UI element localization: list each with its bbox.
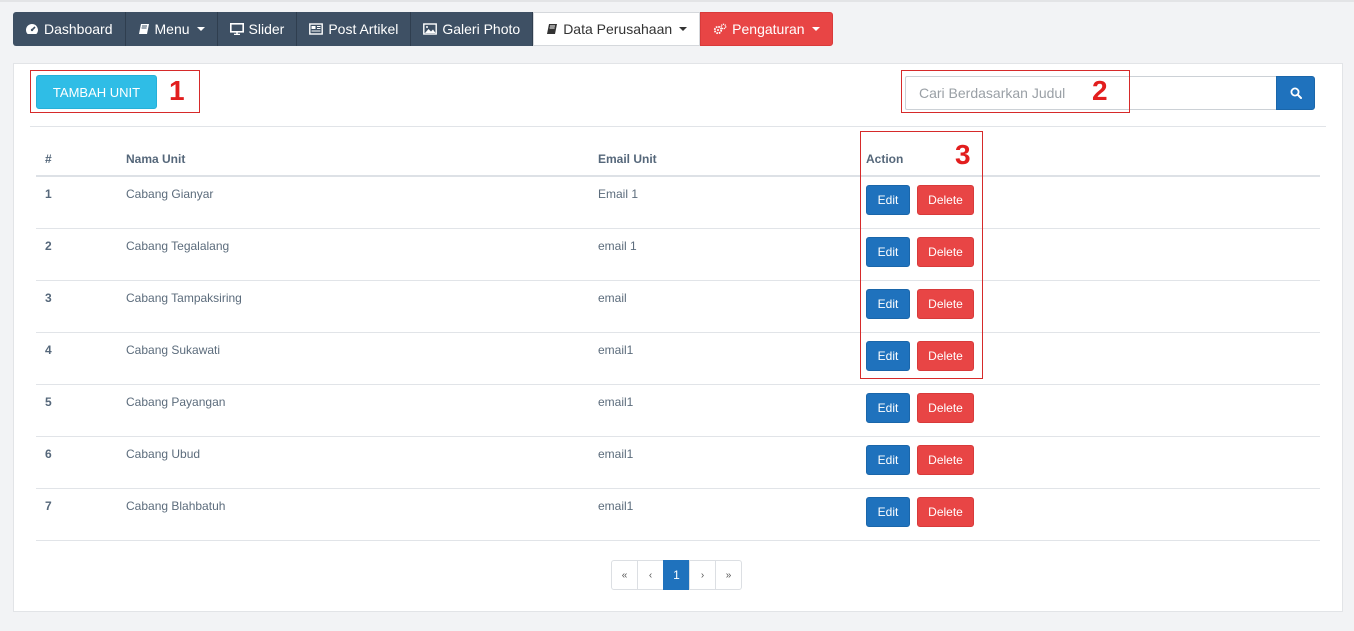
page-first-button[interactable]: « <box>611 560 638 590</box>
unit-email: email1 <box>598 343 634 357</box>
nav-pengaturan[interactable]: Pengaturan <box>700 12 833 46</box>
table-row: 5 Cabang Payangan email1 Edit Delete <box>36 385 1320 437</box>
table-row: 4 Cabang Sukawati email1 Edit Delete <box>36 333 1320 385</box>
nav-galeri-photo[interactable]: Galeri Photo <box>411 12 534 46</box>
nav-dashboard-label: Dashboard <box>44 21 113 37</box>
unit-table: # Nama Unit Email Unit Action 1 Cabang G… <box>36 142 1320 541</box>
row-number: 2 <box>45 239 52 253</box>
row-number: 4 <box>45 343 52 357</box>
delete-button[interactable]: Delete <box>917 497 974 527</box>
row-number: 6 <box>45 447 52 461</box>
row-number: 7 <box>45 499 52 513</box>
search-button[interactable] <box>1276 76 1315 110</box>
delete-button[interactable]: Delete <box>917 445 974 475</box>
chevron-down-icon <box>196 27 205 31</box>
dashboard-icon <box>26 24 38 34</box>
unit-name: Cabang Gianyar <box>126 187 214 201</box>
edit-button[interactable]: Edit <box>866 445 910 475</box>
nav-post-artikel-label: Post Artikel <box>328 21 399 37</box>
unit-name: Cabang Sukawati <box>126 343 221 357</box>
book-icon <box>138 24 149 34</box>
divider <box>30 126 1326 127</box>
image-icon <box>423 23 438 35</box>
unit-email: Email 1 <box>598 187 639 201</box>
edit-button[interactable]: Edit <box>866 497 910 527</box>
nav-menu[interactable]: Menu <box>125 12 218 46</box>
row-number: 3 <box>45 291 52 305</box>
unit-name: Cabang Ubud <box>126 447 201 461</box>
unit-name: Cabang Blahbatuh <box>126 499 226 513</box>
row-number: 5 <box>45 395 52 409</box>
unit-email: email 1 <box>598 239 637 253</box>
page-last-button[interactable]: » <box>715 560 742 590</box>
nav-post-artikel[interactable]: Post Artikel <box>297 12 412 46</box>
table-row: 1 Cabang Gianyar Email 1 Edit Delete <box>36 177 1320 229</box>
nav-data-perusahaan-label: Data Perusahaan <box>563 21 673 37</box>
page-current-button[interactable]: 1 <box>663 560 690 590</box>
top-border <box>0 0 1354 2</box>
monitor-icon <box>229 23 244 35</box>
header-email-unit: Email Unit <box>598 152 657 166</box>
delete-button[interactable]: Delete <box>917 393 974 423</box>
row-actions: Edit Delete <box>866 393 974 423</box>
nav-data-perusahaan[interactable]: Data Perusahaan <box>533 12 701 46</box>
search-icon <box>1290 87 1302 99</box>
table-row: 6 Cabang Ubud email1 Edit Delete <box>36 437 1320 489</box>
nav-slider[interactable]: Slider <box>217 12 298 46</box>
pagination: « ‹ 1 › » <box>611 560 742 590</box>
nav-menu-label: Menu <box>154 21 190 37</box>
unit-email: email1 <box>598 447 634 461</box>
page-prev-button[interactable]: ‹ <box>637 560 664 590</box>
header-number: # <box>45 152 52 166</box>
page-next-button[interactable]: › <box>689 560 716 590</box>
content-panel: TAMBAH UNIT # Nama Unit Email Unit Actio… <box>13 63 1343 612</box>
nav-slider-label: Slider <box>248 21 285 37</box>
nav-dashboard[interactable]: Dashboard <box>13 12 126 46</box>
nav-galeri-photo-label: Galeri Photo <box>442 21 521 37</box>
table-row: 7 Cabang Blahbatuh email1 Edit Delete <box>36 489 1320 541</box>
edit-button[interactable]: Edit <box>866 393 910 423</box>
unit-name: Cabang Tegalalang <box>126 239 230 253</box>
table-row: 2 Cabang Tegalalang email 1 Edit Delete <box>36 229 1320 281</box>
unit-email: email1 <box>598 499 634 513</box>
nav-pengaturan-label: Pengaturan <box>732 21 805 37</box>
row-actions: Edit Delete <box>866 445 974 475</box>
newspaper-icon <box>309 23 324 35</box>
annotation-label-2: 2 <box>1092 75 1108 106</box>
unit-name: Cabang Payangan <box>126 395 226 409</box>
top-navbar: Dashboard Menu Slider Post Artikel Galer… <box>13 12 833 46</box>
table-header: # Nama Unit Email Unit Action <box>36 142 1320 177</box>
chevron-down-icon <box>679 27 688 31</box>
annotation-label-1: 1 <box>169 75 185 106</box>
book-icon <box>547 24 558 34</box>
annotation-label-3: 3 <box>955 139 971 170</box>
table-row: 3 Cabang Tampaksiring email Edit Delete <box>36 281 1320 333</box>
chevron-down-icon <box>811 27 820 31</box>
unit-email: email <box>598 291 627 305</box>
header-nama-unit: Nama Unit <box>126 152 186 166</box>
gears-icon <box>714 23 727 35</box>
unit-email: email1 <box>598 395 634 409</box>
row-number: 1 <box>45 187 52 201</box>
row-actions: Edit Delete <box>866 497 974 527</box>
unit-name: Cabang Tampaksiring <box>126 291 242 305</box>
